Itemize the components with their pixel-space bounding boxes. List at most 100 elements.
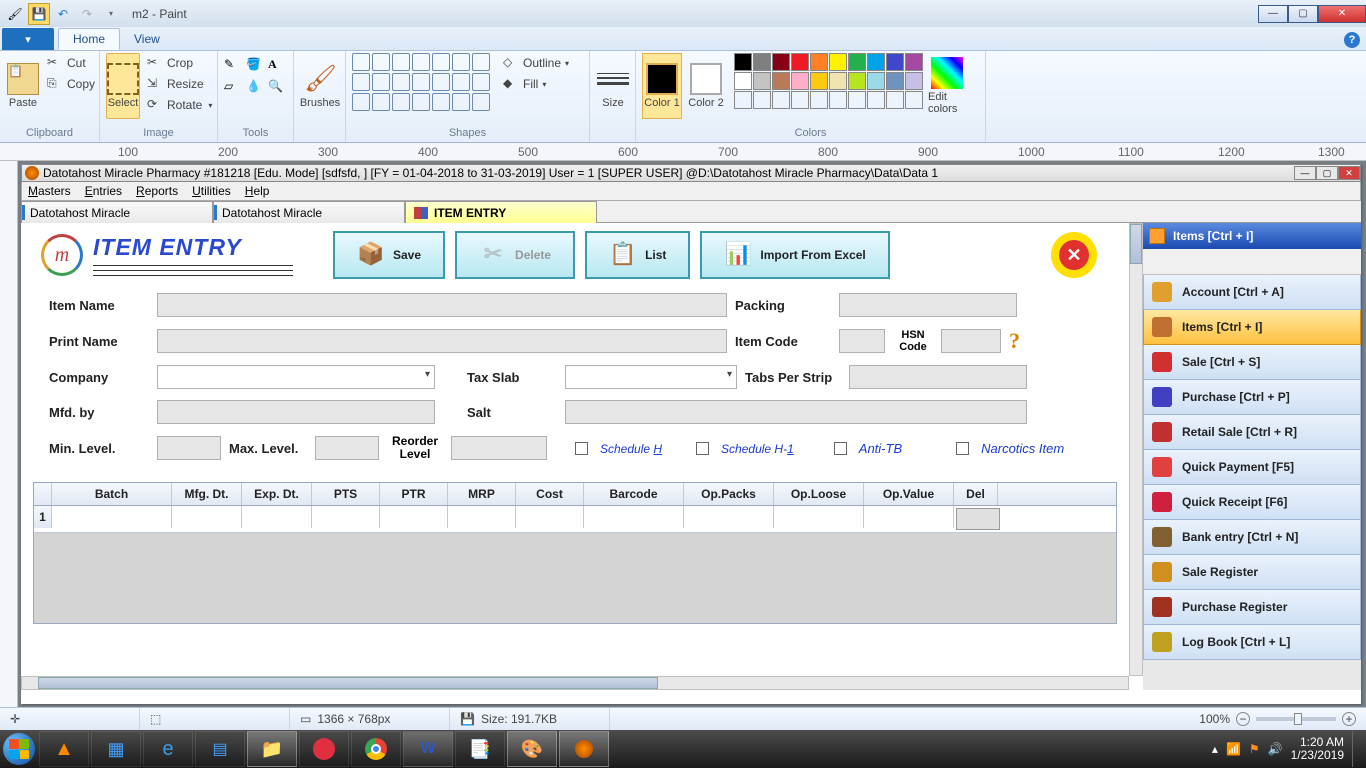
- grid-col-9[interactable]: Op.Packs: [684, 483, 774, 505]
- tray-shield-icon[interactable]: ⚑: [1249, 742, 1260, 756]
- menu-help[interactable]: Help: [245, 184, 270, 198]
- grid-col-8[interactable]: Barcode: [584, 483, 684, 505]
- side-item-4[interactable]: Retail Sale [Ctrl + R]: [1143, 415, 1361, 450]
- grid-cell-4[interactable]: [312, 506, 380, 528]
- menu-entries[interactable]: Entries: [85, 184, 122, 198]
- grid-cell-9[interactable]: [684, 506, 774, 528]
- grid-cell-11[interactable]: [864, 506, 954, 528]
- eraser-tool-icon[interactable]: ▱: [224, 79, 244, 99]
- taskbar-word[interactable]: W: [403, 731, 453, 767]
- menu-reports[interactable]: Reports: [136, 184, 178, 198]
- label-anti-tb[interactable]: Anti-TB: [859, 441, 902, 456]
- tray-clock[interactable]: 1:20 AM1/23/2019: [1291, 736, 1344, 762]
- brushes-button[interactable]: 🖌Brushes: [300, 53, 340, 119]
- content-scrollbar-horizontal[interactable]: [21, 676, 1129, 690]
- input-max-level[interactable]: [315, 436, 379, 460]
- side-item-10[interactable]: Log Book [Ctrl + L]: [1143, 625, 1361, 660]
- grid-cell-0[interactable]: 1: [34, 506, 52, 528]
- grid-col-1[interactable]: Batch: [52, 483, 172, 505]
- qat-app-icon[interactable]: 🖌: [4, 3, 26, 25]
- grid-col-2[interactable]: Mfg. Dt.: [172, 483, 242, 505]
- taskbar-app1[interactable]: ▦: [91, 731, 141, 767]
- zoom-slider[interactable]: [1256, 717, 1336, 721]
- taskbar-ie[interactable]: e: [143, 731, 193, 767]
- rotate-button[interactable]: ⟳Rotate▾: [144, 95, 215, 115]
- label-schedule-h[interactable]: Schedule H: [600, 441, 662, 456]
- grid-row-1[interactable]: 1: [34, 506, 1116, 533]
- input-mfd-by[interactable]: [157, 400, 435, 424]
- side-item-9[interactable]: Purchase Register: [1143, 590, 1361, 625]
- start-button[interactable]: [0, 730, 38, 768]
- side-item-6[interactable]: Quick Receipt [F6]: [1143, 485, 1361, 520]
- pharmacy-maximize[interactable]: ▢: [1316, 166, 1338, 180]
- checkbox-schedule-h1[interactable]: [696, 442, 709, 455]
- crop-button[interactable]: ✂Crop: [144, 53, 215, 73]
- zoom-tool-icon[interactable]: 🔍: [268, 79, 288, 99]
- grid-cell-2[interactable]: [172, 506, 242, 528]
- qat-undo-icon[interactable]: ↶: [52, 3, 74, 25]
- tray-volume-icon[interactable]: 🔊: [1268, 742, 1283, 756]
- content-scrollbar-vertical[interactable]: [1129, 223, 1143, 676]
- outline-button[interactable]: ◇Outline▾: [500, 53, 572, 73]
- taskbar-pharmacy[interactable]: [559, 731, 609, 767]
- help-icon[interactable]: ?: [1344, 32, 1360, 48]
- grid-cell-3[interactable]: [242, 506, 312, 528]
- label-schedule-h1[interactable]: Schedule H-1: [721, 441, 794, 456]
- grid-col-10[interactable]: Op.Loose: [774, 483, 864, 505]
- input-reorder[interactable]: [451, 436, 547, 460]
- form-close-button[interactable]: ✕: [1051, 232, 1097, 278]
- grid-cell-8[interactable]: [584, 506, 684, 528]
- size-button[interactable]: Size: [596, 53, 630, 119]
- paste-button[interactable]: 📋Paste: [6, 53, 40, 119]
- grid-col-11[interactable]: Op.Value: [864, 483, 954, 505]
- file-tab[interactable]: ▾: [2, 28, 54, 50]
- shapes-gallery[interactable]: [352, 53, 490, 111]
- side-item-5[interactable]: Quick Payment [F5]: [1143, 450, 1361, 485]
- save-button[interactable]: 📦Save: [333, 231, 445, 279]
- tab-home[interactable]: Home: [58, 28, 120, 50]
- zoom-in-button[interactable]: +: [1342, 712, 1356, 726]
- side-item-1[interactable]: Items [Ctrl + I]: [1143, 310, 1361, 345]
- side-item-8[interactable]: Sale Register: [1143, 555, 1361, 590]
- grid-cell-7[interactable]: [516, 506, 584, 528]
- grid-col-4[interactable]: PTS: [312, 483, 380, 505]
- side-item-2[interactable]: Sale [Ctrl + S]: [1143, 345, 1361, 380]
- grid-cell-5[interactable]: [380, 506, 448, 528]
- edit-colors-button[interactable]: Edit colors: [927, 53, 967, 119]
- pharmacy-minimize[interactable]: —: [1294, 166, 1316, 180]
- cut-button[interactable]: ✂Cut: [44, 53, 98, 73]
- combo-company[interactable]: [157, 365, 435, 389]
- grid-cell-10[interactable]: [774, 506, 864, 528]
- select-button[interactable]: Select: [106, 53, 140, 119]
- menu-utilities[interactable]: Utilities: [192, 184, 231, 198]
- checkbox-narcotics[interactable]: [956, 442, 969, 455]
- side-item-7[interactable]: Bank entry [Ctrl + N]: [1143, 520, 1361, 555]
- show-desktop-button[interactable]: [1352, 731, 1362, 767]
- taskbar-paint[interactable]: 🎨: [507, 731, 557, 767]
- input-hsn[interactable]: [941, 329, 1001, 353]
- grid-col-7[interactable]: Cost: [516, 483, 584, 505]
- taskbar-app2[interactable]: ▤: [195, 731, 245, 767]
- grid-cell-1[interactable]: [52, 506, 172, 528]
- color-palette-row1[interactable]: [734, 53, 923, 71]
- taskbar-explorer[interactable]: 📁: [247, 731, 297, 767]
- delete-button[interactable]: ✂Delete: [455, 231, 575, 279]
- text-tool-icon[interactable]: A: [268, 57, 288, 77]
- input-salt[interactable]: [565, 400, 1027, 424]
- pharmacy-close[interactable]: ✕: [1338, 166, 1360, 180]
- color-palette-row2[interactable]: [734, 72, 923, 90]
- qat-save-icon[interactable]: 💾: [28, 3, 50, 25]
- taskbar-chrome[interactable]: [351, 731, 401, 767]
- fill-shape-button[interactable]: ◆Fill▾: [500, 74, 572, 94]
- input-print-name[interactable]: [157, 329, 727, 353]
- app-tab-0[interactable]: Datotahost Miracle: [21, 201, 213, 223]
- checkbox-schedule-h[interactable]: [575, 442, 588, 455]
- checkbox-anti-tb[interactable]: [834, 442, 847, 455]
- tray-network-icon[interactable]: 📶: [1226, 742, 1241, 756]
- grid-cell-12[interactable]: [956, 508, 1000, 530]
- grid-col-5[interactable]: PTR: [380, 483, 448, 505]
- side-item-3[interactable]: Purchase [Ctrl + P]: [1143, 380, 1361, 415]
- grid-col-6[interactable]: MRP: [448, 483, 516, 505]
- combo-tax-slab[interactable]: [565, 365, 737, 389]
- zoom-out-button[interactable]: −: [1236, 712, 1250, 726]
